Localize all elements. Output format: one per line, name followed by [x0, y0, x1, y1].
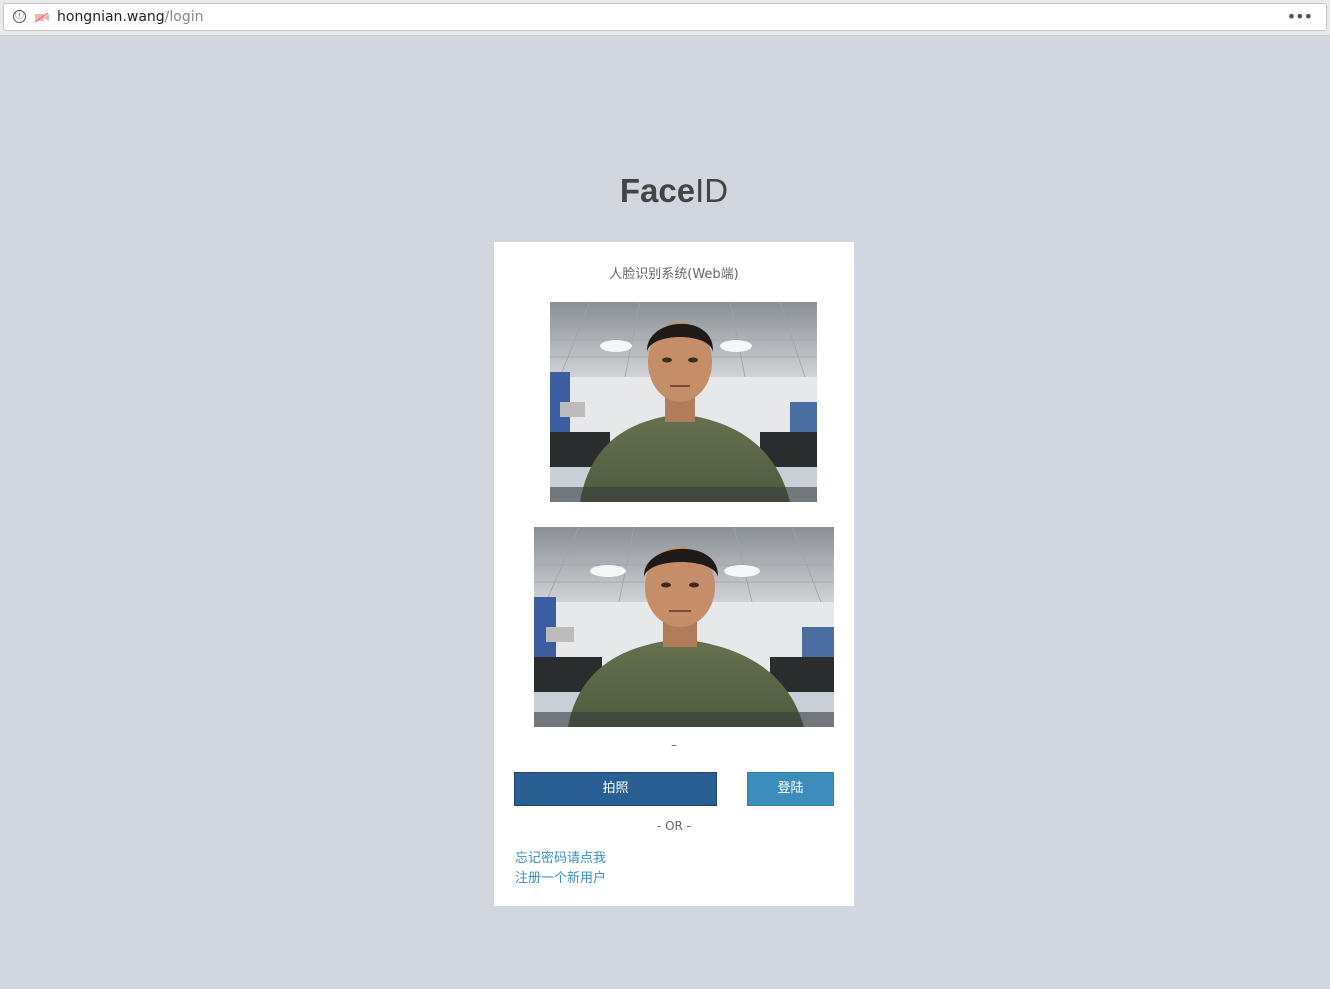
login-box-message: 人脸识别系统(Web端)	[609, 267, 739, 282]
logo-light: ID	[695, 172, 729, 209]
browser-toolbar: ⓘ hongnian.wang/login •••	[0, 0, 1330, 36]
address-bar[interactable]: ⓘ hongnian.wang/login •••	[3, 3, 1327, 31]
camera-blocked-icon[interactable]	[34, 12, 50, 23]
url-host: hongnian.wang	[57, 9, 165, 25]
menu-dots-icon[interactable]: •••	[1287, 7, 1313, 26]
login-button[interactable]: 登陆	[747, 772, 834, 806]
url-text[interactable]: hongnian.wang/login	[57, 9, 203, 25]
or-divider: - OR -	[656, 819, 692, 833]
register-link[interactable]: 注册一个新用户	[515, 867, 606, 886]
info-icon[interactable]: ⓘ	[13, 10, 26, 23]
status-text: –	[671, 738, 677, 752]
logo-bold: Face	[619, 172, 696, 209]
captured-photo	[534, 527, 834, 727]
login-box: 人脸识别系统(Web端) – 拍照 登陆 - OR - 忘记密码请点我 注册一个…	[494, 242, 854, 906]
capture-button[interactable]: 拍照	[514, 772, 717, 806]
webcam-frame	[550, 302, 817, 502]
webcam-video	[550, 302, 817, 502]
captured-frame	[534, 527, 834, 727]
url-path: /login	[164, 9, 204, 25]
page-logo: FaceID	[0, 172, 1330, 210]
forgot-password-link[interactable]: 忘记密码请点我	[515, 847, 606, 866]
